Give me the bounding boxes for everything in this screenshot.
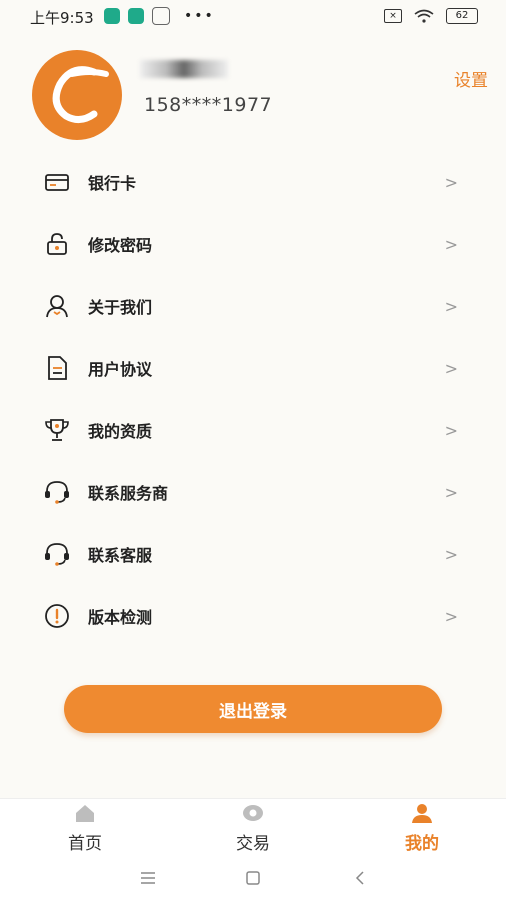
system-nav-bar xyxy=(0,856,506,900)
tab-label: 我的 xyxy=(405,834,439,854)
back-nav-button[interactable] xyxy=(350,868,370,888)
home-icon xyxy=(76,805,94,822)
home-nav-button[interactable] xyxy=(243,868,263,888)
person-icon xyxy=(412,804,432,823)
document-icon xyxy=(48,356,67,380)
user-icon xyxy=(46,295,68,318)
chevron-left-icon xyxy=(355,871,364,885)
tab-label: 交易 xyxy=(236,834,270,854)
chevron-right-icon: > xyxy=(444,172,458,192)
menu-item-label: 联系服务商 xyxy=(88,484,169,503)
chevron-right-icon: > xyxy=(444,482,458,502)
tab-home[interactable]: 首页 xyxy=(35,803,135,854)
username-redacted xyxy=(140,60,228,78)
menu-item-change-password[interactable]: 修改密码 > xyxy=(0,213,506,275)
status-system-icons: × 62 xyxy=(384,8,478,24)
tab-trade[interactable]: 交易 xyxy=(203,803,303,854)
phone-number: 158****1977 xyxy=(144,94,273,116)
sim-icon: × xyxy=(384,9,402,23)
menu-item-label: 联系客服 xyxy=(88,546,153,565)
tab-label: 首页 xyxy=(68,834,102,854)
menu-item-bank-card[interactable]: 银行卡 > xyxy=(0,151,506,213)
bank-card-icon xyxy=(45,174,69,191)
chevron-right-icon: > xyxy=(444,358,458,378)
brand-logo-icon xyxy=(52,66,109,123)
menu-nav-button[interactable] xyxy=(138,868,158,888)
battery-icon: 62 xyxy=(446,8,478,24)
menu-item-user-agreement[interactable]: 用户协议 > xyxy=(0,337,506,399)
menu-item-my-qualification[interactable]: 我的资质 > xyxy=(0,399,506,461)
lock-icon xyxy=(47,233,67,255)
chevron-right-icon: > xyxy=(444,234,458,254)
menu-item-about-us[interactable]: 关于我们 > xyxy=(0,275,506,337)
menu-item-label: 修改密码 xyxy=(88,236,153,255)
menu-item-label: 版本检测 xyxy=(88,608,153,627)
menu-item-contact-support[interactable]: 联系客服 > xyxy=(0,523,506,585)
chevron-right-icon: > xyxy=(444,296,458,316)
eye-icon xyxy=(243,805,263,821)
status-bar: 上午9:53 ••• × 62 xyxy=(0,0,506,32)
hamburger-icon xyxy=(141,872,155,884)
headset-icon xyxy=(45,481,69,504)
wifi-icon xyxy=(414,9,434,23)
bottom-tab-bar: 首页 交易 我的 xyxy=(0,798,506,857)
settings-link[interactable]: 设置 xyxy=(454,66,488,91)
chevron-right-icon: > xyxy=(444,606,458,626)
menu-item-label: 关于我们 xyxy=(88,298,153,317)
menu-item-label: 用户协议 xyxy=(88,360,153,379)
app-notification-icon xyxy=(152,7,170,25)
status-notification-icons: ••• xyxy=(104,7,215,25)
alert-icon xyxy=(45,604,69,628)
square-icon xyxy=(246,871,260,885)
menu-item-version-check[interactable]: 版本检测 > xyxy=(0,585,506,647)
chevron-right-icon: > xyxy=(444,420,458,440)
menu-item-label: 我的资质 xyxy=(88,422,153,441)
shield-app-icon xyxy=(128,8,144,24)
shield-app-icon xyxy=(104,8,120,24)
tab-mine[interactable]: 我的 xyxy=(372,803,472,854)
menu-item-label: 银行卡 xyxy=(88,174,137,193)
menu-item-contact-provider[interactable]: 联系服务商 > xyxy=(0,461,506,523)
logout-button[interactable]: 退出登录 xyxy=(64,685,442,733)
headset-icon xyxy=(45,543,69,566)
settings-menu: 银行卡 > 修改密码 > 关于我们 > 用户协议 > 我的资质 > 联系服务商 … xyxy=(0,151,506,647)
more-dots-icon: ••• xyxy=(184,8,215,24)
trophy-icon xyxy=(45,419,69,441)
status-time: 上午9:53 xyxy=(30,9,94,27)
avatar[interactable] xyxy=(32,50,122,140)
chevron-right-icon: > xyxy=(444,544,458,564)
